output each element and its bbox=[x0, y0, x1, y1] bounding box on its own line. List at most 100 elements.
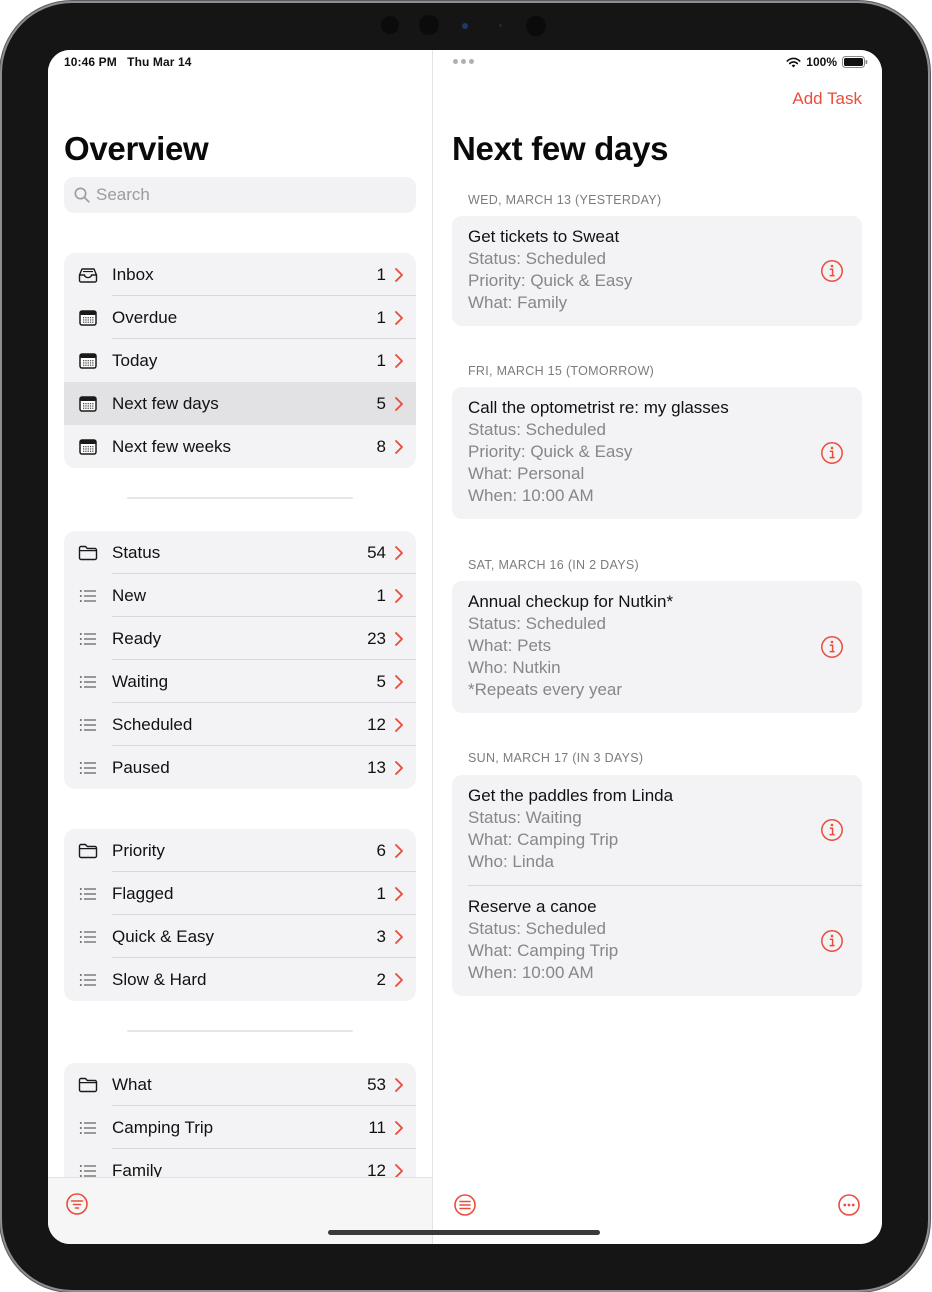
sidebar-item-status[interactable]: Status 54 bbox=[64, 531, 416, 574]
chevron-right-icon bbox=[394, 439, 416, 455]
volume-up-button bbox=[928, 102, 931, 156]
sidebar-group: Priority 6 Flagged 1 Quick & Easy 3 Slow & Har… bbox=[64, 829, 416, 1001]
list-icon bbox=[64, 1164, 112, 1178]
sidebar-item-slow-hard[interactable]: Slow & Hard 2 bbox=[64, 958, 416, 1001]
sidebar: 10:46 PM Thu Mar 14 Overview Search Inbo… bbox=[48, 50, 433, 1244]
list-icon bbox=[64, 632, 112, 646]
sidebar-item-count: 1 bbox=[376, 264, 386, 284]
task-detail: When: 10:00 AM bbox=[468, 963, 594, 982]
sidebar-item-label: Paused bbox=[112, 757, 170, 777]
task-detail: Status: Scheduled bbox=[468, 249, 606, 268]
date-text: Thu Mar 14 bbox=[127, 55, 192, 69]
tray-icon bbox=[64, 267, 112, 283]
task-detail: What: Family bbox=[468, 293, 568, 312]
chevron-right-icon bbox=[394, 396, 416, 412]
sidebar-item-count: 12 bbox=[367, 714, 386, 734]
sidebar-item-count: 23 bbox=[367, 628, 386, 648]
search-field[interactable]: Search bbox=[64, 177, 416, 213]
sidebar-item-camping-trip[interactable]: Camping Trip 11 bbox=[64, 1106, 416, 1149]
sidebar-item-label: Flagged bbox=[112, 883, 174, 903]
status-time: 10:46 PM Thu Mar 14 bbox=[64, 55, 192, 69]
info-icon[interactable] bbox=[820, 818, 844, 847]
folder-icon bbox=[64, 545, 112, 561]
info-icon[interactable] bbox=[820, 929, 844, 958]
task-card: Get tickets to Sweat Status: Scheduled Pri… bbox=[452, 216, 862, 326]
time-text: 10:46 PM bbox=[64, 55, 117, 69]
task-detail: What: Pets bbox=[468, 636, 552, 655]
sidebar-item-today[interactable]: Today 1 bbox=[64, 339, 416, 382]
list-icon bbox=[64, 675, 112, 689]
chevron-right-icon bbox=[394, 717, 416, 733]
multitasking-dots[interactable] bbox=[453, 59, 474, 64]
sidebar-item-count: 54 bbox=[367, 542, 386, 562]
list-icon bbox=[64, 887, 112, 901]
task-title: Get tickets to Sweat bbox=[468, 227, 620, 246]
search-placeholder: Search bbox=[96, 185, 150, 204]
list-options-icon[interactable] bbox=[453, 1193, 477, 1217]
volume-down-button bbox=[928, 162, 931, 216]
chevron-right-icon bbox=[394, 310, 416, 326]
detail-title: Next few days bbox=[452, 130, 669, 167]
chevron-right-icon bbox=[394, 1077, 416, 1093]
info-icon[interactable] bbox=[820, 635, 844, 664]
sidebar-item-inbox[interactable]: Inbox 1 bbox=[64, 253, 416, 296]
chevron-right-icon bbox=[394, 843, 416, 859]
sidebar-item-count: 8 bbox=[376, 436, 386, 456]
detail-pane: 100% Add Task Next few days WED, MARCH 1… bbox=[433, 50, 882, 1244]
info-icon[interactable] bbox=[820, 441, 844, 470]
info-icon[interactable] bbox=[820, 259, 844, 288]
sidebar-item-scheduled[interactable]: Scheduled 12 bbox=[64, 703, 416, 746]
sidebar-item-next-few-days[interactable]: Next few days 5 bbox=[64, 382, 416, 425]
task-detail: Priority: Quick & Easy bbox=[468, 442, 633, 461]
search-icon bbox=[74, 187, 90, 203]
folder-icon bbox=[64, 843, 112, 859]
section-header: SUN, MARCH 17 (IN 3 DAYS) bbox=[468, 751, 644, 765]
sidebar-item-count: 3 bbox=[376, 926, 386, 946]
sensor-icon bbox=[526, 16, 546, 36]
sidebar-item-label: Ready bbox=[112, 628, 162, 648]
sidebar-item-count: 5 bbox=[376, 671, 386, 691]
sidebar-item-label: Overdue bbox=[112, 307, 178, 327]
sidebar-item-waiting[interactable]: Waiting 5 bbox=[64, 660, 416, 703]
add-task-button[interactable]: Add Task bbox=[792, 89, 862, 109]
battery-percent: 100% bbox=[806, 55, 837, 69]
more-icon[interactable] bbox=[837, 1193, 861, 1217]
task-card: Call the optometrist re: my glasses Statu… bbox=[452, 387, 862, 519]
battery-icon bbox=[842, 56, 868, 68]
task-detail: Who: Linda bbox=[468, 852, 554, 871]
sidebar-item-label: Priority bbox=[112, 840, 165, 860]
sidebar-item-count: 6 bbox=[376, 840, 386, 860]
calendar-icon bbox=[64, 438, 112, 455]
sidebar-item-priority[interactable]: Priority 6 bbox=[64, 829, 416, 872]
task-item[interactable]: Call the optometrist re: my glasses Statu… bbox=[452, 387, 862, 519]
task-card: Annual checkup for Nutkin* Status: Schedu… bbox=[452, 581, 862, 713]
sidebar-item-new[interactable]: New 1 bbox=[64, 574, 416, 617]
section-header: WED, MARCH 13 (YESTERDAY) bbox=[468, 193, 662, 207]
sensor-icon bbox=[499, 24, 502, 27]
section-divider bbox=[127, 497, 353, 499]
task-item[interactable]: Get tickets to Sweat Status: Scheduled Pri… bbox=[452, 216, 862, 326]
sidebar-item-overdue[interactable]: Overdue 1 bbox=[64, 296, 416, 339]
calendar-icon bbox=[64, 309, 112, 326]
sidebar-item-count: 5 bbox=[376, 393, 386, 413]
calendar-icon bbox=[64, 352, 112, 369]
sidebar-item-what[interactable]: What 53 bbox=[64, 1063, 416, 1106]
calendar-icon bbox=[64, 395, 112, 412]
sidebar-item-label: Quick & Easy bbox=[112, 926, 215, 946]
sidebar-item-paused[interactable]: Paused 13 bbox=[64, 746, 416, 789]
status-indicators: 100% bbox=[786, 55, 868, 69]
sidebar-item-quick-easy[interactable]: Quick & Easy 3 bbox=[64, 915, 416, 958]
task-item[interactable]: Reserve a canoe Status: Scheduled What: Ca… bbox=[452, 886, 862, 996]
task-item[interactable]: Annual checkup for Nutkin* Status: Schedu… bbox=[452, 581, 862, 713]
task-detail: What: Personal bbox=[468, 464, 585, 483]
sidebar-item-label: Today bbox=[112, 350, 158, 370]
list-icon bbox=[64, 930, 112, 944]
sidebar-item-next-few-weeks[interactable]: Next few weeks 8 bbox=[64, 425, 416, 468]
filter-icon[interactable] bbox=[65, 1192, 89, 1216]
sidebar-item-flagged[interactable]: Flagged 1 bbox=[64, 872, 416, 915]
home-indicator[interactable] bbox=[328, 1230, 600, 1235]
task-detail: Status: Waiting bbox=[468, 808, 582, 827]
task-item[interactable]: Get the paddles from Linda Status: Waitin… bbox=[452, 775, 862, 885]
sidebar-item-count: 11 bbox=[368, 1117, 386, 1137]
sidebar-item-ready[interactable]: Ready 23 bbox=[64, 617, 416, 660]
